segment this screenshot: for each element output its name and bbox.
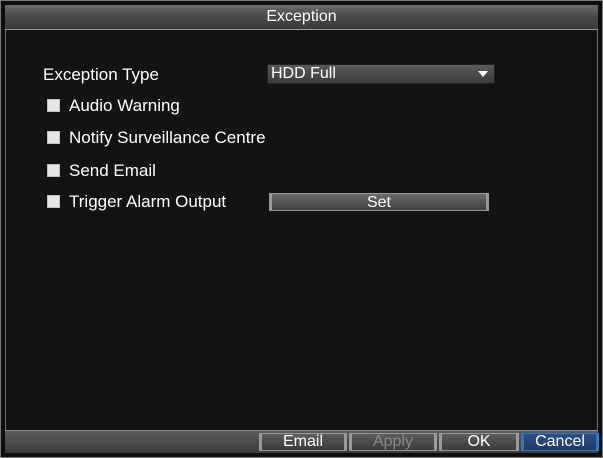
notify-surveillance-centre-label: Notify Surveillance Centre <box>69 128 266 147</box>
trigger-alarm-output-label: Trigger Alarm Output <box>69 192 227 211</box>
exception-type-label: Exception Type <box>43 65 159 84</box>
exception-type-value: HDD Full <box>271 65 336 82</box>
apply-button[interactable]: Apply <box>349 433 437 451</box>
audio-warning-checkbox[interactable] <box>47 99 60 112</box>
exception-dialog: Exception Exception Type HDD Full Audio … <box>0 0 603 458</box>
cancel-button[interactable]: Cancel <box>521 433 599 451</box>
button-bar: Email Apply OK Cancel <box>5 430 599 453</box>
send-email-checkbox[interactable] <box>47 164 60 177</box>
chevron-down-icon <box>478 71 488 77</box>
send-email-label: Send Email <box>69 161 156 180</box>
email-button[interactable]: Email <box>259 433 347 451</box>
audio-warning-label: Audio Warning <box>69 96 180 115</box>
option-audio-warning[interactable]: Audio Warning <box>47 96 247 116</box>
option-notify-surveillance-centre[interactable]: Notify Surveillance Centre <box>47 128 307 148</box>
option-send-email[interactable]: Send Email <box>47 161 247 181</box>
notify-surveillance-centre-checkbox[interactable] <box>47 131 60 144</box>
exception-type-dropdown[interactable]: HDD Full <box>267 64 495 84</box>
ok-button[interactable]: OK <box>439 433 519 451</box>
dialog-title: Exception <box>5 5 598 30</box>
set-button[interactable]: Set <box>269 193 489 211</box>
trigger-alarm-output-checkbox[interactable] <box>47 195 60 208</box>
option-trigger-alarm-output[interactable]: Trigger Alarm Output <box>47 192 257 212</box>
